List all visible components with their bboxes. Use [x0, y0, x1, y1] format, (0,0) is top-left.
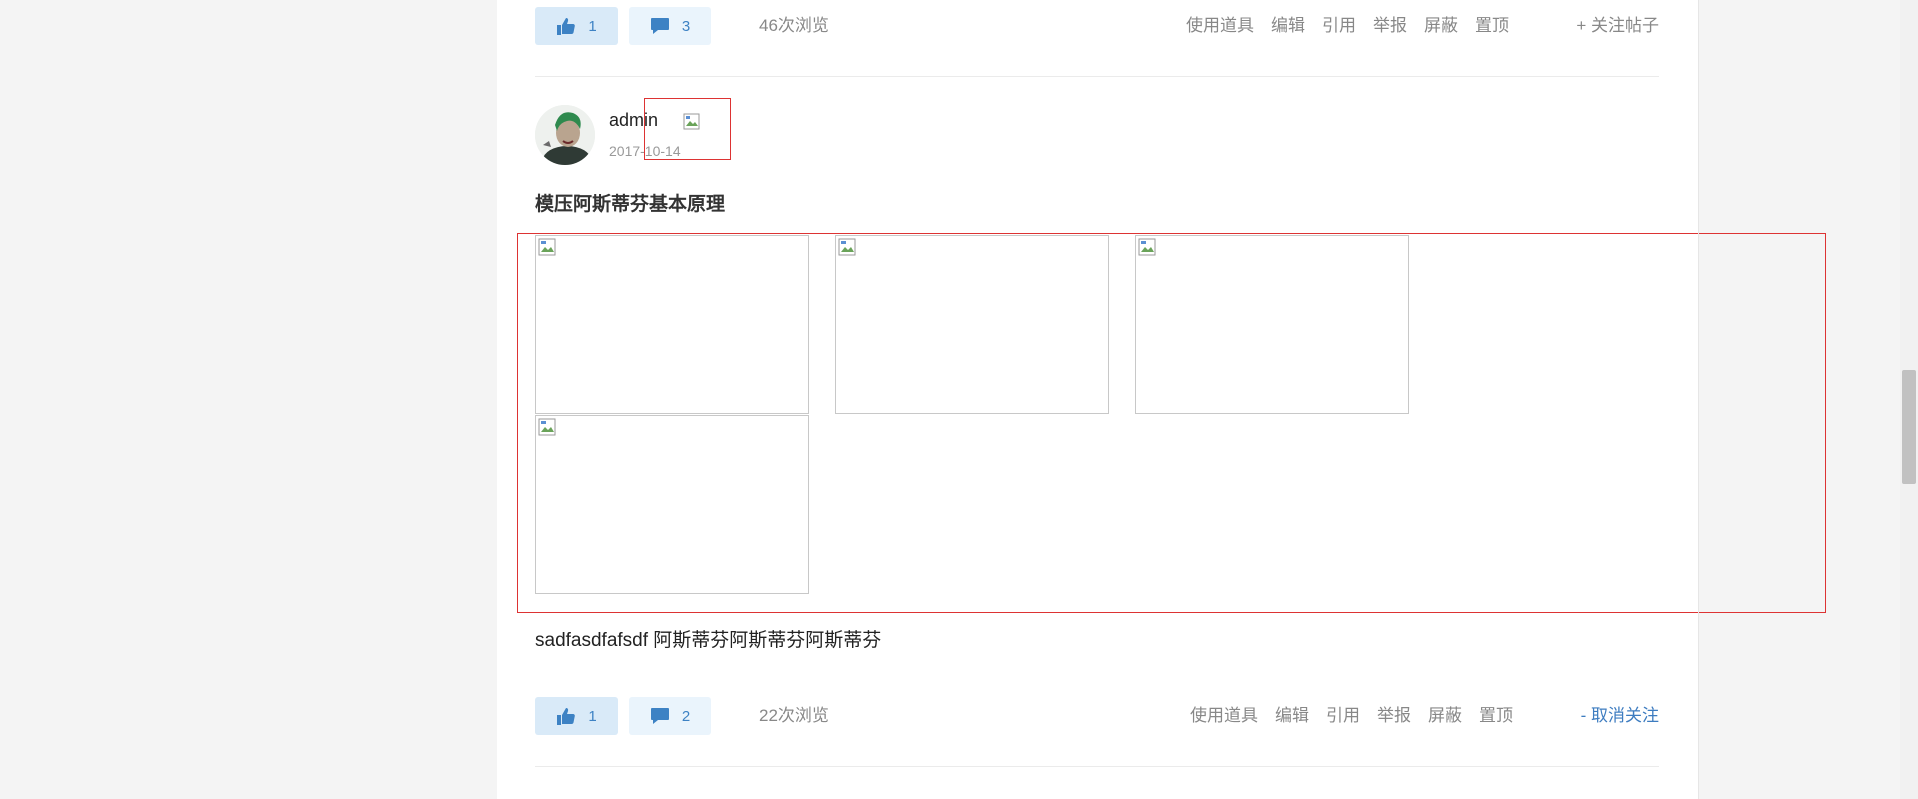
panel-border — [1698, 0, 1699, 799]
gallery-image[interactable] — [835, 235, 1109, 414]
edit-link[interactable]: 编辑 — [1275, 697, 1309, 735]
post-title: 模压阿斯蒂芬基本原理 — [535, 194, 726, 215]
use-item-link[interactable]: 使用道具 — [1186, 7, 1254, 45]
broken-image-icon — [1138, 238, 1156, 256]
prev-post-action-bar: 1 3 46次浏览 使用道具 编辑 引用 举报 屏蔽 置顶 + 关注帖子 — [535, 7, 1659, 45]
quote-link[interactable]: 引用 — [1326, 697, 1360, 735]
comment-count: 3 — [681, 17, 691, 35]
report-link[interactable]: 举报 — [1377, 697, 1411, 735]
post-body: sadfasdfafsdf 阿斯蒂芬阿斯蒂芬阿斯蒂芬 — [535, 630, 882, 651]
broken-image-icon — [838, 238, 856, 256]
like-button[interactable]: 1 — [535, 697, 618, 735]
broken-image-icon — [538, 238, 556, 256]
block-link[interactable]: 屏蔽 — [1428, 697, 1462, 735]
follow-post-link[interactable]: + 关注帖子 — [1576, 7, 1659, 45]
view-count: 22次浏览 — [759, 706, 829, 725]
post-action-bar: 1 2 22次浏览 使用道具 编辑 引用 举报 屏蔽 置顶 - 取消关注 — [535, 697, 1659, 735]
like-count: 1 — [588, 707, 597, 725]
broken-image-icon — [683, 113, 700, 130]
pin-link[interactable]: 置顶 — [1479, 697, 1513, 735]
comment-button[interactable]: 3 — [629, 7, 711, 45]
avatar[interactable] — [535, 105, 595, 165]
scrollbar-thumb[interactable] — [1902, 370, 1916, 484]
comment-bubble-icon — [650, 708, 669, 724]
comment-button[interactable]: 2 — [629, 697, 711, 735]
gallery-image[interactable] — [535, 415, 809, 594]
content-panel: 1 3 46次浏览 使用道具 编辑 引用 举报 屏蔽 置顶 + 关注帖子 adm… — [497, 0, 1826, 799]
post-tools: 使用道具 编辑 引用 举报 屏蔽 置顶 — [1190, 697, 1513, 735]
quote-link[interactable]: 引用 — [1322, 7, 1356, 45]
comment-bubble-icon — [650, 18, 669, 34]
post-tools: 使用道具 编辑 引用 举报 屏蔽 置顶 — [1186, 7, 1509, 45]
comment-count: 2 — [681, 707, 691, 725]
scrollbar-track[interactable] — [1900, 0, 1918, 799]
report-link[interactable]: 举报 — [1373, 7, 1407, 45]
gallery-image[interactable] — [535, 235, 809, 414]
view-count: 46次浏览 — [759, 16, 829, 35]
use-item-link[interactable]: 使用道具 — [1190, 697, 1258, 735]
broken-image-icon — [538, 418, 556, 436]
unfollow-post-link[interactable]: - 取消关注 — [1581, 697, 1659, 735]
divider — [535, 76, 1659, 77]
gallery-image[interactable] — [1135, 235, 1409, 414]
divider — [535, 766, 1659, 767]
thumbs-up-icon — [557, 708, 576, 725]
like-count: 1 — [588, 17, 597, 35]
avatar-image — [535, 105, 595, 165]
block-link[interactable]: 屏蔽 — [1424, 7, 1458, 45]
thumbs-up-icon — [557, 18, 576, 35]
edit-link[interactable]: 编辑 — [1271, 7, 1305, 45]
like-button[interactable]: 1 — [535, 7, 618, 45]
pin-link[interactable]: 置顶 — [1475, 7, 1509, 45]
